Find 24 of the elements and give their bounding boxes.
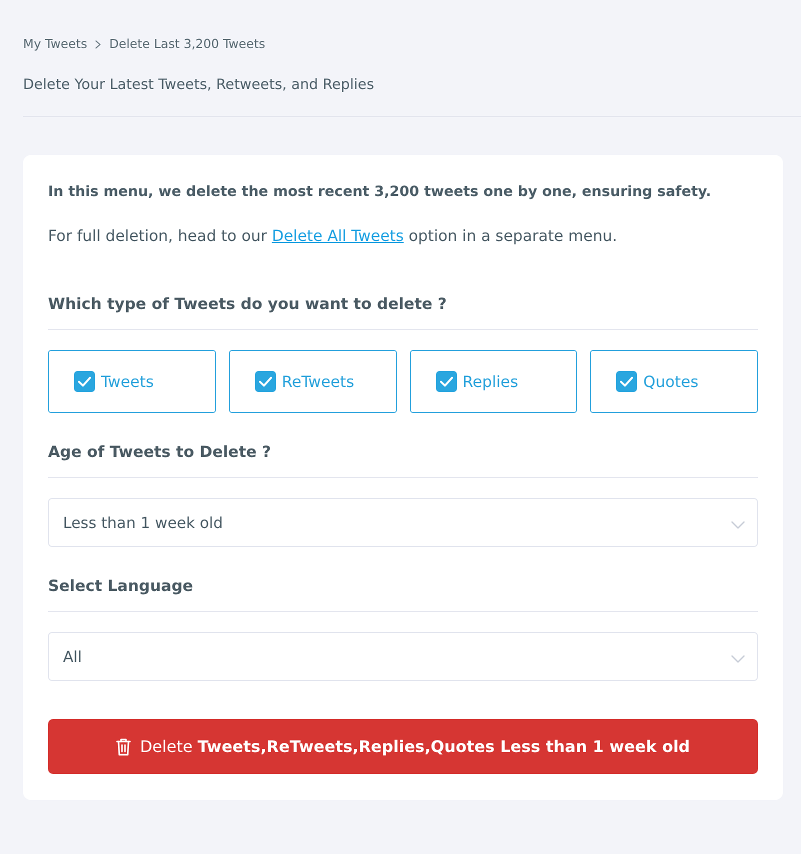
breadcrumb-current: Delete Last 3,200 Tweets <box>109 35 266 53</box>
page-title: Delete Your Latest Tweets, Retweets, and Replies <box>23 76 376 94</box>
tweet-type-option[interactable]: Replies <box>410 350 578 413</box>
checkbox[interactable] <box>254 371 276 392</box>
tweet-type-option[interactable]: ReTweets <box>228 350 396 413</box>
breadcrumb-link[interactable]: My Tweets <box>23 35 88 53</box>
info-text: For full deletion, head to our Delete All Tweets option in a separate menu. <box>48 226 618 246</box>
intro-text: In this menu, we delete the most recent 3,200 tweets one by one, ensuring safety. <box>48 183 712 202</box>
chevron-down-icon <box>731 521 745 529</box>
checkbox[interactable] <box>436 371 456 392</box>
checkbox[interactable] <box>616 371 638 392</box>
section-heading: Select Language <box>48 576 194 597</box>
tweet-type-option[interactable]: Tweets <box>48 350 216 413</box>
trash-icon <box>116 738 131 756</box>
delete-all-link[interactable]: Delete All Tweets <box>272 227 404 245</box>
tweet-type-option[interactable]: Quotes <box>590 350 758 413</box>
checkbox[interactable] <box>74 371 95 392</box>
dropdown-select[interactable]: All <box>48 632 758 681</box>
delete-button[interactable]: Delete Tweets,ReTweets,Replies,Quotes Less than 1 week old <box>48 719 758 774</box>
chevron-right-icon <box>95 40 102 48</box>
section-heading: Age of Tweets to Delete ? <box>48 442 272 463</box>
chevron-down-icon <box>731 655 745 663</box>
dropdown-select[interactable]: Less than 1 week old <box>48 498 758 547</box>
section-heading: Which type of Tweets do you want to delete ? <box>48 294 448 315</box>
